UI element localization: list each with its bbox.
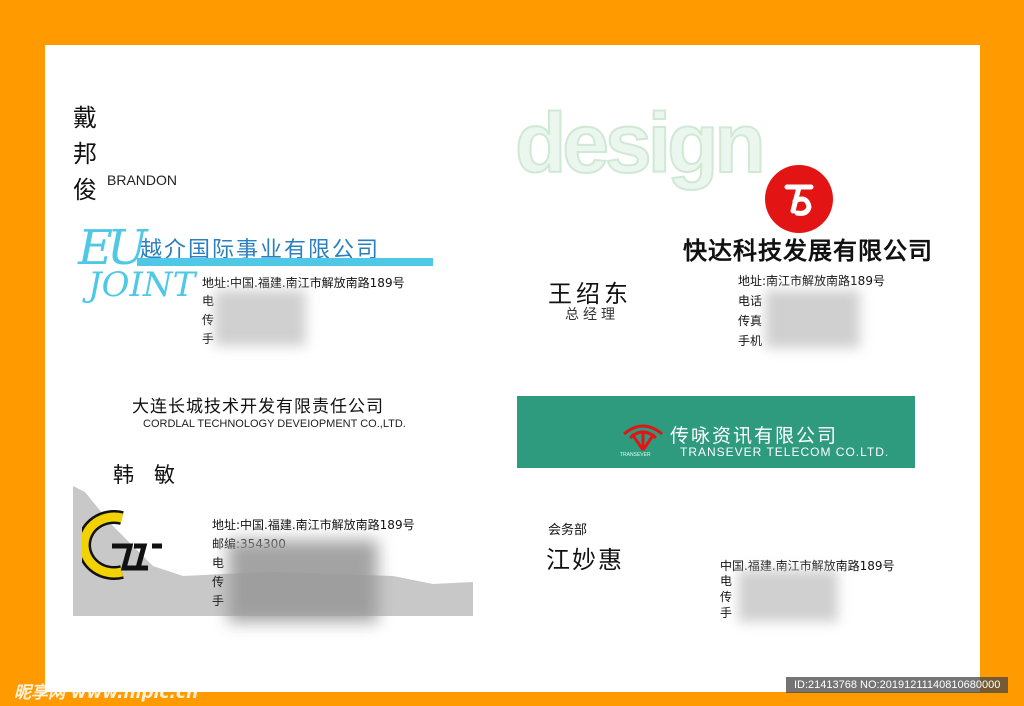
card4-line-phone: 电 xyxy=(720,574,733,588)
card4-contact-labels: 电 传 手 xyxy=(720,573,732,621)
card4-dept: 会务部 xyxy=(548,523,588,538)
card2-line-phone: 电话 xyxy=(738,294,763,308)
card4-line-mobile: 手 xyxy=(720,606,733,620)
card2-line-fax: 传真 xyxy=(738,314,763,328)
card3-logo-icon xyxy=(82,510,162,580)
card1-name-char-3: 俊 xyxy=(73,176,97,204)
card1-name-en: BRANDON xyxy=(107,172,178,188)
card2-contact-labels: 电话 传真 手机 xyxy=(738,291,762,351)
card4-blurred-contacts xyxy=(738,570,838,622)
card3-blurred-contacts xyxy=(228,540,378,622)
card4-line-fax: 传 xyxy=(720,590,733,604)
card2-blurred-contacts xyxy=(765,290,860,348)
card2-logo-icon xyxy=(765,165,833,233)
card2-address: 地址:南江市解放南路189号 xyxy=(738,274,885,288)
card1-name-char-1: 戴 xyxy=(73,104,97,132)
card3-company-en: CORDLAL TECHNOLOGY DEVEIOPMENT CO.,LTD. xyxy=(143,418,406,430)
card4-company-en: TRANSEVER TELECOM CO.LTD. xyxy=(680,445,890,459)
card2-logo-mark xyxy=(784,184,814,216)
card4-name: 江妙惠 xyxy=(546,546,624,574)
card2-line-mobile: 手机 xyxy=(738,334,763,348)
card3-name: 韩 敏 xyxy=(113,463,176,487)
footer-id-watermark: ID:21413768 NO:20191211140810680000 xyxy=(786,677,1009,693)
card1-address: 地址:中国.福建.南江市解放南路189号 xyxy=(202,276,405,290)
card3-company: 大连长城技术开发有限责任公司 xyxy=(132,397,384,417)
card2-company: 快达科技发展有限公司 xyxy=(683,236,933,265)
card1-name-char-2: 邦 xyxy=(73,140,97,168)
card4-logo-small-text: TRANSEVER xyxy=(620,452,651,458)
card1-line-phone: 电 xyxy=(202,294,215,308)
card4-signal-logo-icon xyxy=(623,424,663,451)
card1-name-vertical: 戴 邦 俊 xyxy=(73,100,97,208)
card2-title: 总经理 xyxy=(565,307,619,323)
footer-site-watermark: 昵享网 www.nipic.cn xyxy=(14,683,199,703)
card1-logo-joint: JOINT xyxy=(88,265,196,305)
card2-watermark: design xyxy=(514,95,767,191)
card3-address: 地址:中国.福建.南江市解放南路189号 xyxy=(212,518,415,532)
card1-line-fax: 传 xyxy=(202,313,215,327)
card1-line-mobile: 手 xyxy=(202,332,215,346)
card4-company: 传咏资讯有限公司 xyxy=(670,425,839,447)
card1-company-underline xyxy=(137,258,433,266)
card1-blurred-contacts xyxy=(214,290,306,346)
card1-contact-labels: 电 传 手 xyxy=(202,292,214,349)
